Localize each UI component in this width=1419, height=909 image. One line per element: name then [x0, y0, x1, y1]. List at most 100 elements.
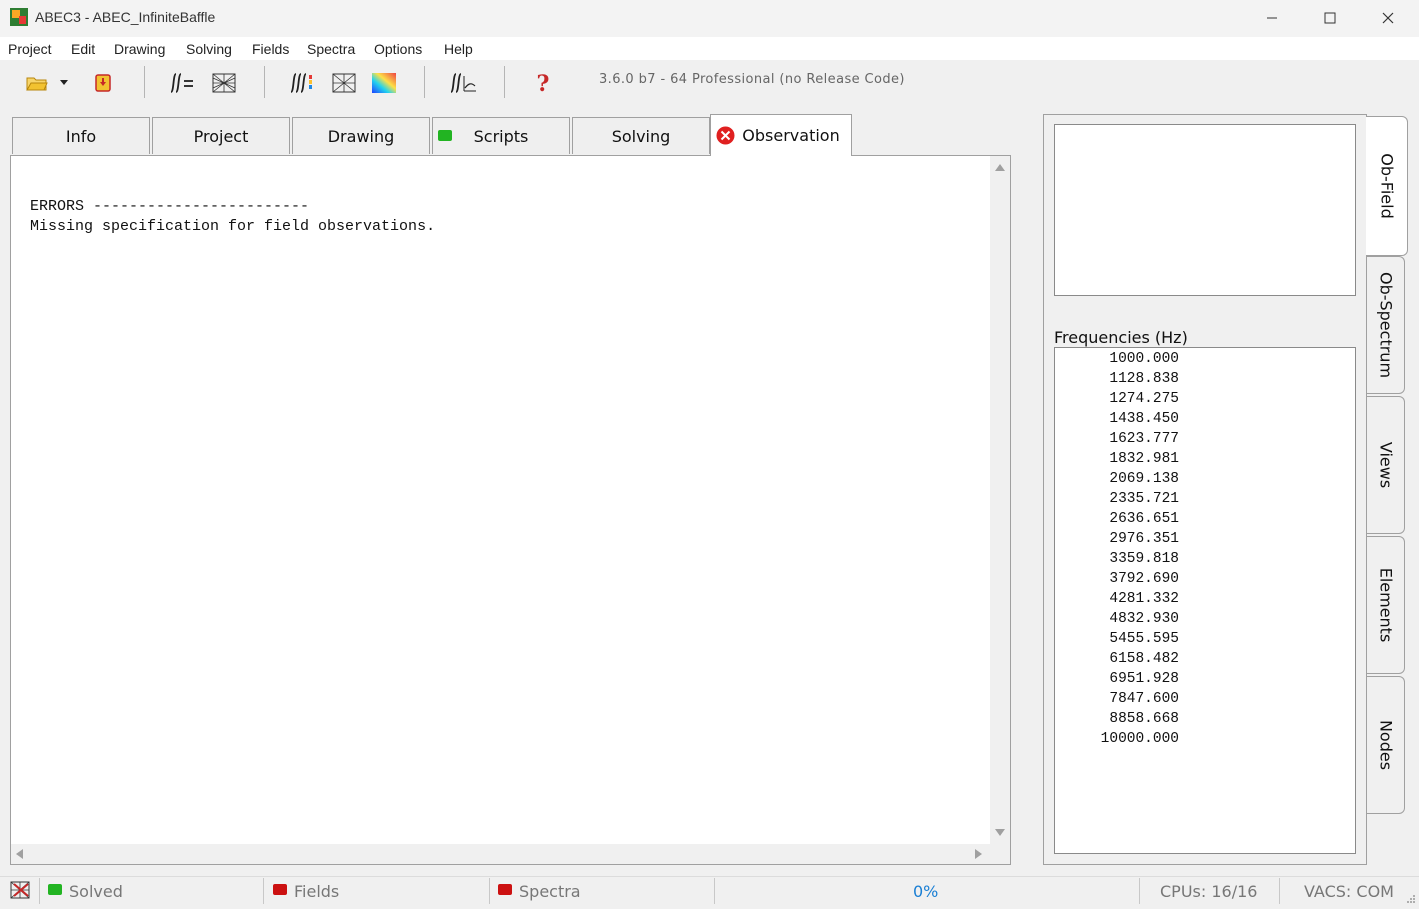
solver-status-icon[interactable]	[10, 880, 32, 904]
solved-status-icon	[48, 884, 62, 895]
status-ok-icon	[438, 130, 452, 141]
list-item[interactable]: 1000.000	[1109, 351, 1179, 367]
list-item[interactable]: 2069.138	[1109, 471, 1179, 487]
help-icon[interactable]: ?	[529, 70, 557, 96]
tab-label: Scripts	[473, 126, 529, 146]
tab-scripts[interactable]: Scripts	[432, 117, 570, 154]
minimize-icon[interactable]	[1243, 0, 1301, 36]
horizontal-scrollbar[interactable]	[11, 844, 990, 864]
menu-project[interactable]: Project	[8, 41, 52, 57]
list-item[interactable]: 1438.450	[1109, 411, 1179, 427]
log-output: ERRORS ------------------------ Missing s…	[30, 197, 435, 237]
spectrum-icon[interactable]	[449, 70, 477, 96]
menu-fields[interactable]: Fields	[252, 41, 289, 57]
cpus-label: CPUs: 16/16	[1160, 882, 1258, 901]
color-map-icon[interactable]	[370, 70, 398, 96]
vertical-scrollbar[interactable]	[990, 156, 1010, 844]
toolbar-separator	[144, 66, 145, 98]
list-item[interactable]: 2976.351	[1109, 531, 1179, 547]
toolbar-separator	[504, 66, 505, 98]
list-item[interactable]: 4832.930	[1109, 611, 1179, 627]
mesh-icon[interactable]	[210, 70, 238, 96]
tab-label: Info	[65, 126, 97, 146]
tab-label: Project	[193, 126, 249, 146]
tab-drawing[interactable]: Drawing	[292, 117, 430, 154]
side-tab-label: Ob-Field	[1377, 153, 1396, 219]
menu-help[interactable]: Help	[444, 41, 473, 57]
status-separator	[489, 878, 490, 904]
tab-observation[interactable]: Observation	[710, 114, 852, 156]
tab-solving[interactable]: Solving	[572, 117, 710, 154]
frequencies-list[interactable]: 1000.000 1128.838 1274.275 1438.450 1623…	[1054, 347, 1356, 854]
resize-grip-icon[interactable]	[1404, 890, 1416, 909]
side-tab-label: Nodes	[1376, 719, 1395, 771]
mesh-view-icon[interactable]	[330, 70, 358, 96]
menu-solving[interactable]: Solving	[186, 41, 232, 57]
error-icon	[716, 126, 735, 149]
log-line-message: Missing specification for field observat…	[30, 218, 436, 235]
scroll-corner	[990, 844, 1010, 864]
side-tab-views[interactable]: Views	[1367, 396, 1405, 534]
list-item[interactable]: 2335.721	[1109, 491, 1179, 507]
list-item[interactable]: 8858.668	[1109, 711, 1179, 727]
status-separator	[39, 878, 40, 904]
main-panel	[10, 155, 1011, 865]
scroll-left-icon[interactable]	[16, 849, 23, 859]
window-title: ABEC3 - ABEC_InfiniteBaffle	[35, 9, 216, 25]
menu-edit[interactable]: Edit	[71, 41, 95, 57]
list-item[interactable]: 1832.981	[1109, 451, 1179, 467]
svg-text:?: ?	[537, 71, 550, 95]
tab-label: Observation	[742, 126, 840, 145]
side-tab-nodes[interactable]: Nodes	[1367, 676, 1405, 814]
tab-label: Solving	[611, 126, 671, 146]
list-item[interactable]: 1623.777	[1109, 431, 1179, 447]
scroll-up-icon[interactable]	[995, 164, 1005, 171]
tab-info[interactable]: Info	[12, 117, 150, 154]
status-separator	[1279, 878, 1280, 904]
list-item[interactable]: 6951.928	[1109, 671, 1179, 687]
log-line-errors: ERRORS ------------------------	[30, 198, 310, 215]
scroll-right-icon[interactable]	[975, 849, 982, 859]
side-tab-label: Ob-Spectrum	[1376, 271, 1395, 379]
close-icon[interactable]	[1359, 0, 1417, 36]
list-item[interactable]: 10000.000	[1101, 731, 1179, 747]
side-tab-ob-field[interactable]: Ob-Field	[1366, 116, 1408, 256]
list-item[interactable]: 2636.651	[1109, 511, 1179, 527]
solved-label: Solved	[69, 882, 123, 901]
side-tab-ob-spectrum[interactable]: Ob-Spectrum	[1367, 256, 1405, 394]
solve-equations-icon[interactable]	[168, 70, 196, 96]
save-icon[interactable]	[89, 70, 117, 96]
fields-status-icon	[273, 884, 287, 895]
list-item[interactable]: 3359.818	[1109, 551, 1179, 567]
observation-preview	[1054, 124, 1356, 296]
tab-project[interactable]: Project	[152, 117, 290, 154]
side-tab-label: Views	[1376, 441, 1395, 489]
menu-spectra[interactable]: Spectra	[307, 41, 355, 57]
spectra-label: Spectra	[519, 882, 581, 901]
fields-label: Fields	[294, 882, 340, 901]
frequencies-label: Frequencies (Hz)	[1054, 328, 1188, 347]
list-item[interactable]: 7847.600	[1109, 691, 1179, 707]
status-separator	[263, 878, 264, 904]
toolbar-separator	[264, 66, 265, 98]
menu-bar: Project Edit Drawing Solving Fields Spec…	[0, 37, 1419, 60]
list-item[interactable]: 4281.332	[1109, 591, 1179, 607]
field-solve-icon[interactable]	[288, 70, 316, 96]
list-item[interactable]: 1128.838	[1109, 371, 1179, 387]
list-item[interactable]: 5455.595	[1109, 631, 1179, 647]
menu-drawing[interactable]: Drawing	[114, 41, 165, 57]
maximize-icon[interactable]	[1301, 0, 1359, 36]
tab-label: Drawing	[327, 126, 395, 146]
side-tab-elements[interactable]: Elements	[1367, 536, 1405, 674]
scroll-down-icon[interactable]	[995, 829, 1005, 836]
vacs-label: VACS: COM	[1304, 882, 1394, 901]
toolbar-separator	[424, 66, 425, 98]
list-item[interactable]: 1274.275	[1109, 391, 1179, 407]
dropdown-arrow-icon[interactable]	[57, 70, 71, 96]
app-icon	[10, 8, 28, 26]
open-folder-icon[interactable]	[23, 70, 51, 96]
status-separator	[1139, 878, 1140, 904]
list-item[interactable]: 6158.482	[1109, 651, 1179, 667]
menu-options[interactable]: Options	[374, 41, 422, 57]
list-item[interactable]: 3792.690	[1109, 571, 1179, 587]
